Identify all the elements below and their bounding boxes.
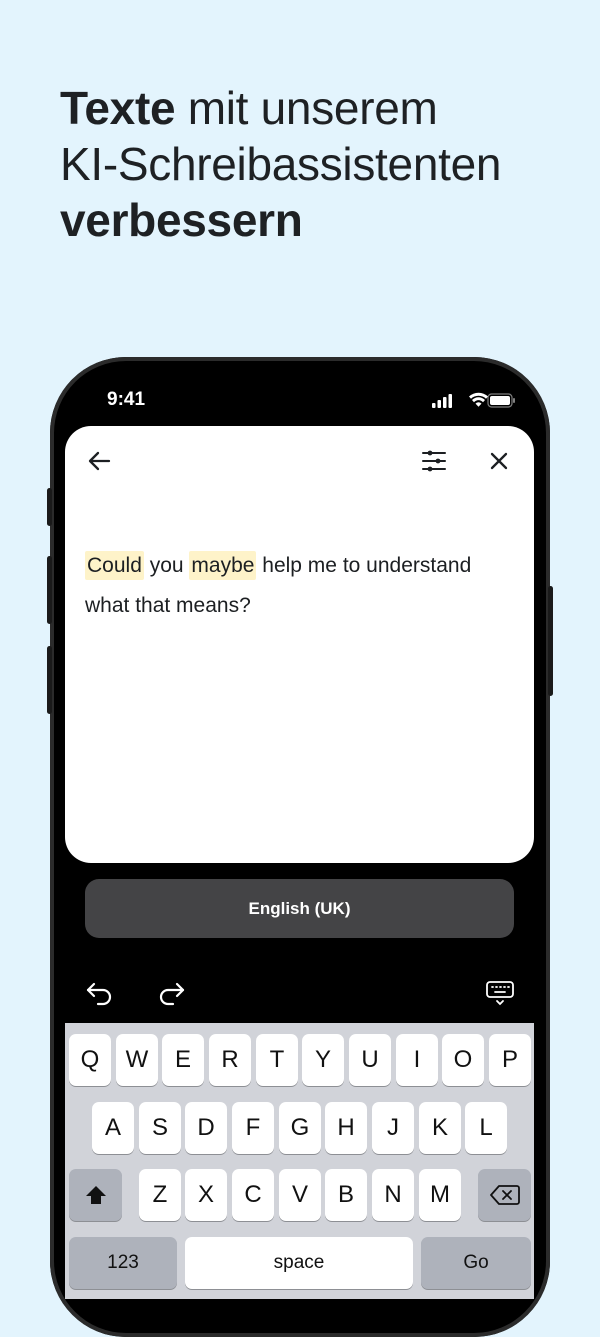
status-time: 9:41 bbox=[107, 389, 146, 410]
phone-button-volume-down bbox=[47, 646, 52, 714]
key-r[interactable]: R bbox=[209, 1034, 251, 1086]
key-g[interactable]: G bbox=[279, 1102, 321, 1154]
backspace-icon bbox=[489, 1185, 520, 1205]
editor-text: you bbox=[143, 554, 190, 577]
undo-button[interactable] bbox=[82, 977, 118, 1009]
key-l[interactable]: L bbox=[465, 1102, 507, 1154]
key-f[interactable]: F bbox=[232, 1102, 274, 1154]
go-key[interactable]: Go bbox=[421, 1237, 531, 1289]
keyboard-toggle-button[interactable] bbox=[482, 977, 518, 1009]
arrow-left-icon bbox=[88, 451, 111, 471]
key-q[interactable]: Q bbox=[69, 1034, 111, 1086]
headline-text-2: KI-Schreibassistenten bbox=[60, 138, 502, 190]
signal-icon bbox=[432, 394, 452, 408]
shift-icon bbox=[85, 1186, 106, 1204]
key-u[interactable]: U bbox=[349, 1034, 391, 1086]
key-w[interactable]: W bbox=[116, 1034, 158, 1086]
numbers-key[interactable]: 123 bbox=[69, 1237, 177, 1289]
key-d[interactable]: D bbox=[185, 1102, 227, 1154]
undo-icon bbox=[86, 982, 112, 1006]
back-button[interactable] bbox=[82, 443, 118, 479]
shift-key[interactable] bbox=[69, 1169, 122, 1221]
redo-icon bbox=[159, 982, 185, 1006]
key-p[interactable]: P bbox=[489, 1034, 531, 1086]
key-s[interactable]: S bbox=[139, 1102, 181, 1154]
key-k[interactable]: K bbox=[419, 1102, 461, 1154]
marketing-headline: Texte mit unserem KI-Schreibassistenten … bbox=[60, 80, 580, 248]
writing-assistant-sheet: Could you maybe help me to understand wh… bbox=[65, 426, 534, 863]
key-y[interactable]: Y bbox=[302, 1034, 344, 1086]
backspace-key[interactable] bbox=[478, 1169, 531, 1221]
key-m[interactable]: M bbox=[419, 1169, 461, 1221]
key-j[interactable]: J bbox=[372, 1102, 414, 1154]
key-o[interactable]: O bbox=[442, 1034, 484, 1086]
headline-bold-1: Texte bbox=[60, 82, 176, 134]
status-icons bbox=[432, 392, 516, 410]
key-e[interactable]: E bbox=[162, 1034, 204, 1086]
keyboard-icon bbox=[486, 981, 514, 1006]
key-z[interactable]: Z bbox=[139, 1169, 181, 1221]
key-v[interactable]: V bbox=[279, 1169, 321, 1221]
key-h[interactable]: H bbox=[325, 1102, 367, 1154]
battery-icon bbox=[487, 393, 515, 408]
highlighted-word[interactable]: maybe bbox=[189, 551, 257, 580]
headline-text-1: mit unserem bbox=[175, 82, 438, 134]
key-x[interactable]: X bbox=[185, 1169, 227, 1221]
key-i[interactable]: I bbox=[396, 1034, 438, 1086]
highlighted-word[interactable]: Could bbox=[85, 551, 144, 580]
phone-button-power bbox=[548, 586, 553, 696]
close-button[interactable] bbox=[481, 443, 517, 479]
redo-button[interactable] bbox=[153, 977, 189, 1009]
settings-sliders-button[interactable] bbox=[416, 443, 452, 479]
language-label: English (UK) bbox=[248, 898, 351, 918]
key-t[interactable]: T bbox=[256, 1034, 298, 1086]
phone-button-volume-up bbox=[47, 556, 52, 624]
key-b[interactable]: B bbox=[325, 1169, 367, 1221]
key-a[interactable]: A bbox=[92, 1102, 134, 1154]
on-screen-keyboard: Q W E R T Y U I O P A S D F G H J K L Z … bbox=[65, 1023, 534, 1299]
language-selector-button[interactable]: English (UK) bbox=[85, 879, 514, 938]
space-key[interactable]: space bbox=[185, 1237, 413, 1289]
key-n[interactable]: N bbox=[372, 1169, 414, 1221]
headline-bold-3: verbessern bbox=[60, 194, 303, 246]
sliders-icon bbox=[422, 450, 446, 472]
phone-button-silent bbox=[47, 488, 52, 526]
wifi-icon bbox=[469, 392, 488, 407]
text-editor[interactable]: Could you maybe help me to understand wh… bbox=[85, 546, 515, 626]
close-icon bbox=[490, 452, 508, 470]
key-c[interactable]: C bbox=[232, 1169, 274, 1221]
